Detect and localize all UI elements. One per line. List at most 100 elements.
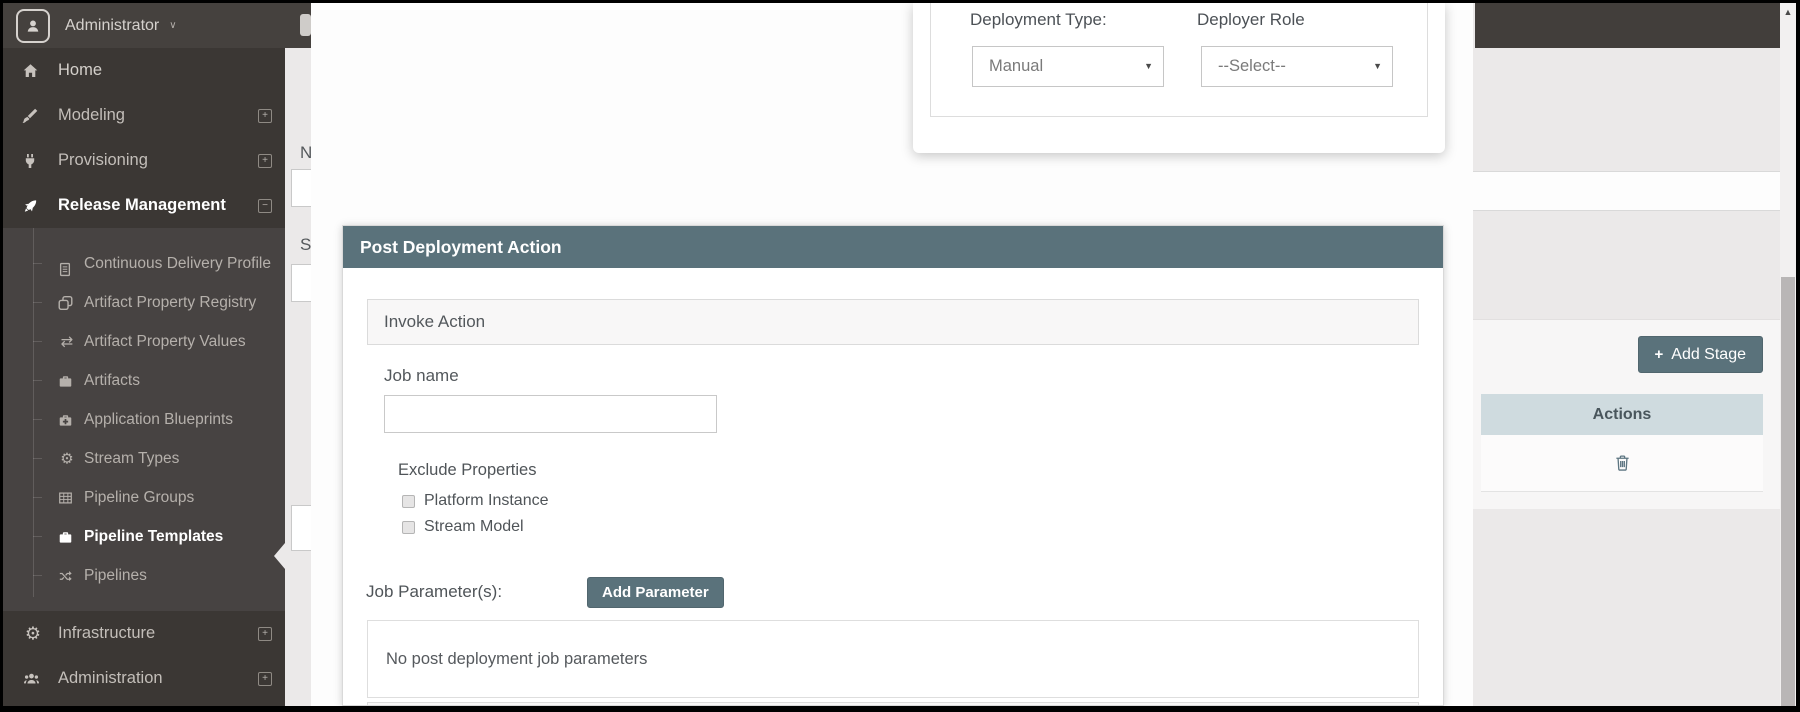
invoke-action-section-header: Invoke Action: [367, 299, 1419, 345]
trash-icon: [1614, 454, 1631, 472]
vertical-scrollbar[interactable]: ▲: [1780, 3, 1796, 706]
hidden-input-fragment: [291, 264, 311, 302]
sidebar-item-label: Artifacts: [84, 372, 140, 389]
actions-column-header: Actions: [1481, 394, 1763, 435]
expand-plus-icon[interactable]: +: [258, 627, 272, 641]
sidebar-item-pipeline-groups[interactable]: Pipeline Groups: [3, 478, 285, 517]
plug-icon: [22, 153, 44, 169]
deployment-type-label: Deployment Type:: [970, 10, 1107, 30]
sidebar-item-label: Administration: [58, 669, 163, 687]
sidebar-item-label: Release Management: [58, 196, 226, 214]
deployment-type-value: Manual: [989, 57, 1043, 75]
sidebar-item-label: Modeling: [58, 106, 125, 124]
post-deployment-action-panel: Post Deployment Action Invoke Action Job…: [342, 225, 1444, 706]
expand-plus-icon[interactable]: +: [258, 109, 272, 123]
sidebar-item-administration[interactable]: Administration +: [3, 656, 285, 701]
deployer-role-label: Deployer Role: [1197, 10, 1305, 30]
exchange-icon: ⇄: [58, 331, 76, 352]
job-parameters-label: Job Parameter(s):: [366, 582, 502, 602]
deployment-fieldset: Deployment Type: Deployer Role Manual ▼ …: [930, 0, 1428, 117]
shuffle-icon: [58, 569, 76, 582]
deployer-role-select[interactable]: --Select-- ▼: [1201, 46, 1393, 87]
checkbox-label: Platform Instance: [424, 492, 549, 510]
sidebar-item-home[interactable]: Home: [3, 48, 285, 93]
user-menu[interactable]: Administrator ∨: [3, 3, 285, 48]
hidden-form-label: S: [300, 235, 311, 255]
hidden-input-fragment: [291, 505, 311, 551]
topbar-fragment: [1475, 3, 1780, 48]
job-name-label: Job name: [384, 366, 459, 386]
sidebar-item-modeling[interactable]: Modeling +: [3, 93, 285, 138]
collapse-minus-icon[interactable]: −: [258, 199, 272, 213]
sidebar: Administrator ∨ Home Modeling + Provisio…: [3, 3, 285, 706]
clone-icon: [58, 295, 76, 310]
sidebar-item-label: Application Blueprints: [84, 411, 233, 428]
sidebar-item-label: Artifact Property Registry: [84, 294, 256, 311]
panel-title: Post Deployment Action: [343, 226, 1443, 268]
topbar-fragment: [285, 3, 311, 48]
empty-parameters-message: No post deployment job parameters: [367, 620, 1419, 698]
stages-table: Actions: [1481, 394, 1763, 492]
gears-icon: ⚙: [58, 448, 76, 469]
release-management-submenu: Continuous Delivery Profile Artifact Pro…: [3, 228, 285, 611]
checkbox-label: Stream Model: [424, 518, 524, 536]
sidebar-item-label: Provisioning: [58, 151, 148, 169]
stage-settings-dialog: Deployment Type: Deployer Role Manual ▼ …: [913, 3, 1445, 153]
stream-model-option: Stream Model: [402, 518, 524, 536]
page-fragment-strip: N S: [285, 3, 311, 706]
hidden-input-fragment: [291, 169, 311, 207]
table-row: [1481, 435, 1763, 492]
sidebar-item-artifact-property-registry[interactable]: Artifact Property Registry: [3, 283, 285, 322]
active-item-notch: [274, 543, 285, 569]
sidebar-item-label: Stream Types: [84, 450, 179, 467]
scroll-up-arrow-icon[interactable]: ▲: [1780, 7, 1796, 17]
expand-plus-icon[interactable]: +: [258, 154, 272, 168]
stages-region: + Add Stage Actions: [1473, 3, 1780, 706]
home-icon: [22, 63, 44, 79]
logo-fragment: [300, 14, 311, 36]
caret-down-icon: ▼: [1144, 47, 1153, 86]
user-name: Administrator: [65, 17, 159, 35]
sidebar-item-continuous-delivery-profile[interactable]: Continuous Delivery Profile: [3, 244, 285, 283]
sidebar-item-release-management[interactable]: Release Management −: [3, 183, 285, 228]
deployment-type-select[interactable]: Manual ▼: [972, 46, 1164, 87]
sidebar-item-pipelines[interactable]: Pipelines: [3, 556, 285, 595]
caret-down-icon: ▼: [1373, 47, 1382, 86]
table-icon: [58, 491, 76, 505]
stream-model-checkbox[interactable]: [402, 521, 415, 534]
deployer-role-value: --Select--: [1218, 57, 1286, 75]
sidebar-item-infrastructure[interactable]: ⚙ Infrastructure +: [3, 611, 285, 656]
add-stage-label: Add Stage: [1671, 346, 1746, 364]
hidden-form-label: N: [300, 143, 311, 163]
plus-icon: +: [1655, 346, 1664, 363]
user-icon: [25, 18, 41, 34]
sidebar-item-artifacts[interactable]: Artifacts: [3, 361, 285, 400]
toolbar-row-fragment: [1473, 171, 1780, 211]
sidebar-item-label: Home: [58, 61, 102, 79]
sidebar-item-pipeline-templates[interactable]: Pipeline Templates: [3, 517, 285, 556]
rocket-icon: [22, 197, 44, 214]
brush-icon: [22, 108, 44, 124]
chevron-down-icon: ∨: [169, 20, 176, 31]
sidebar-item-artifact-property-values[interactable]: ⇄ Artifact Property Values: [3, 322, 285, 361]
sidebar-item-label: Infrastructure: [58, 624, 155, 642]
delete-stage-button[interactable]: [1614, 454, 1631, 472]
sidebar-item-application-blueprints[interactable]: Application Blueprints: [3, 400, 285, 439]
job-name-input[interactable]: [384, 395, 717, 433]
users-icon: [22, 671, 44, 686]
stages-panel: + Add Stage Actions: [1473, 319, 1780, 509]
scrollbar-thumb[interactable]: [1781, 277, 1795, 706]
expand-plus-icon[interactable]: +: [258, 672, 272, 686]
add-stage-button[interactable]: + Add Stage: [1638, 336, 1764, 373]
add-parameter-button[interactable]: Add Parameter: [587, 577, 724, 608]
briefcase-icon: [58, 374, 76, 388]
sidebar-item-stream-types[interactable]: ⚙ Stream Types: [3, 439, 285, 478]
sidebar-item-label: Artifact Property Values: [84, 333, 246, 350]
briefcase-icon: [58, 530, 76, 544]
medkit-icon: [58, 413, 76, 427]
file-icon: [58, 262, 76, 277]
platform-instance-checkbox[interactable]: [402, 495, 415, 508]
sidebar-item-provisioning[interactable]: Provisioning +: [3, 138, 285, 183]
sidebar-item-label: Pipeline Templates: [84, 528, 223, 545]
platform-instance-option: Platform Instance: [402, 492, 549, 510]
